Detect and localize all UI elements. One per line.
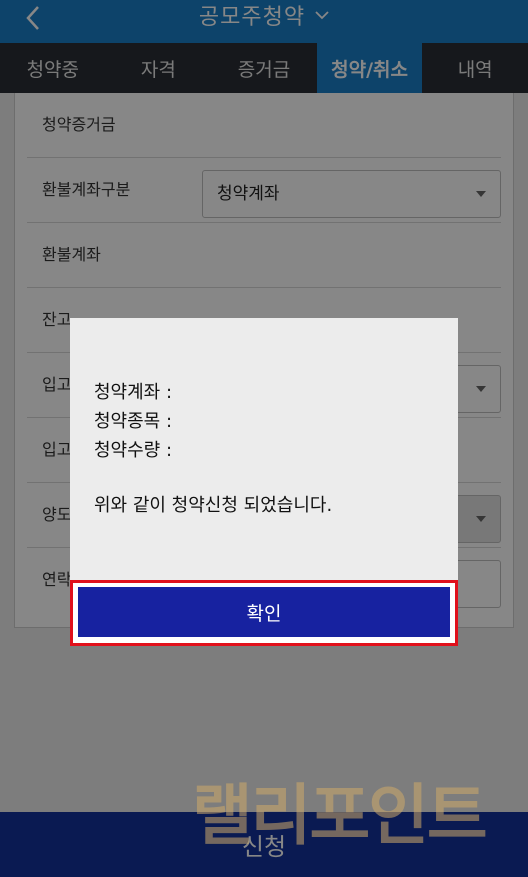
confirm-label: 확인 [246, 602, 282, 625]
watermark-text: 랠리포인트 [192, 777, 488, 854]
dialog-item-line: 청약종목 : [94, 411, 173, 432]
dialog-message: 위와 같이 청약신청 되었습니다. [94, 495, 333, 516]
watermark-logo: 랠리포인트 [192, 762, 528, 862]
dialog-qty-line: 청약수량 : [94, 440, 173, 461]
dialog-account-line: 청약계좌 : [94, 382, 173, 403]
confirm-button[interactable]: 확인 [78, 587, 450, 637]
dialog-details: 청약계좌 : 청약종목 : 청약수량 : [94, 378, 172, 465]
